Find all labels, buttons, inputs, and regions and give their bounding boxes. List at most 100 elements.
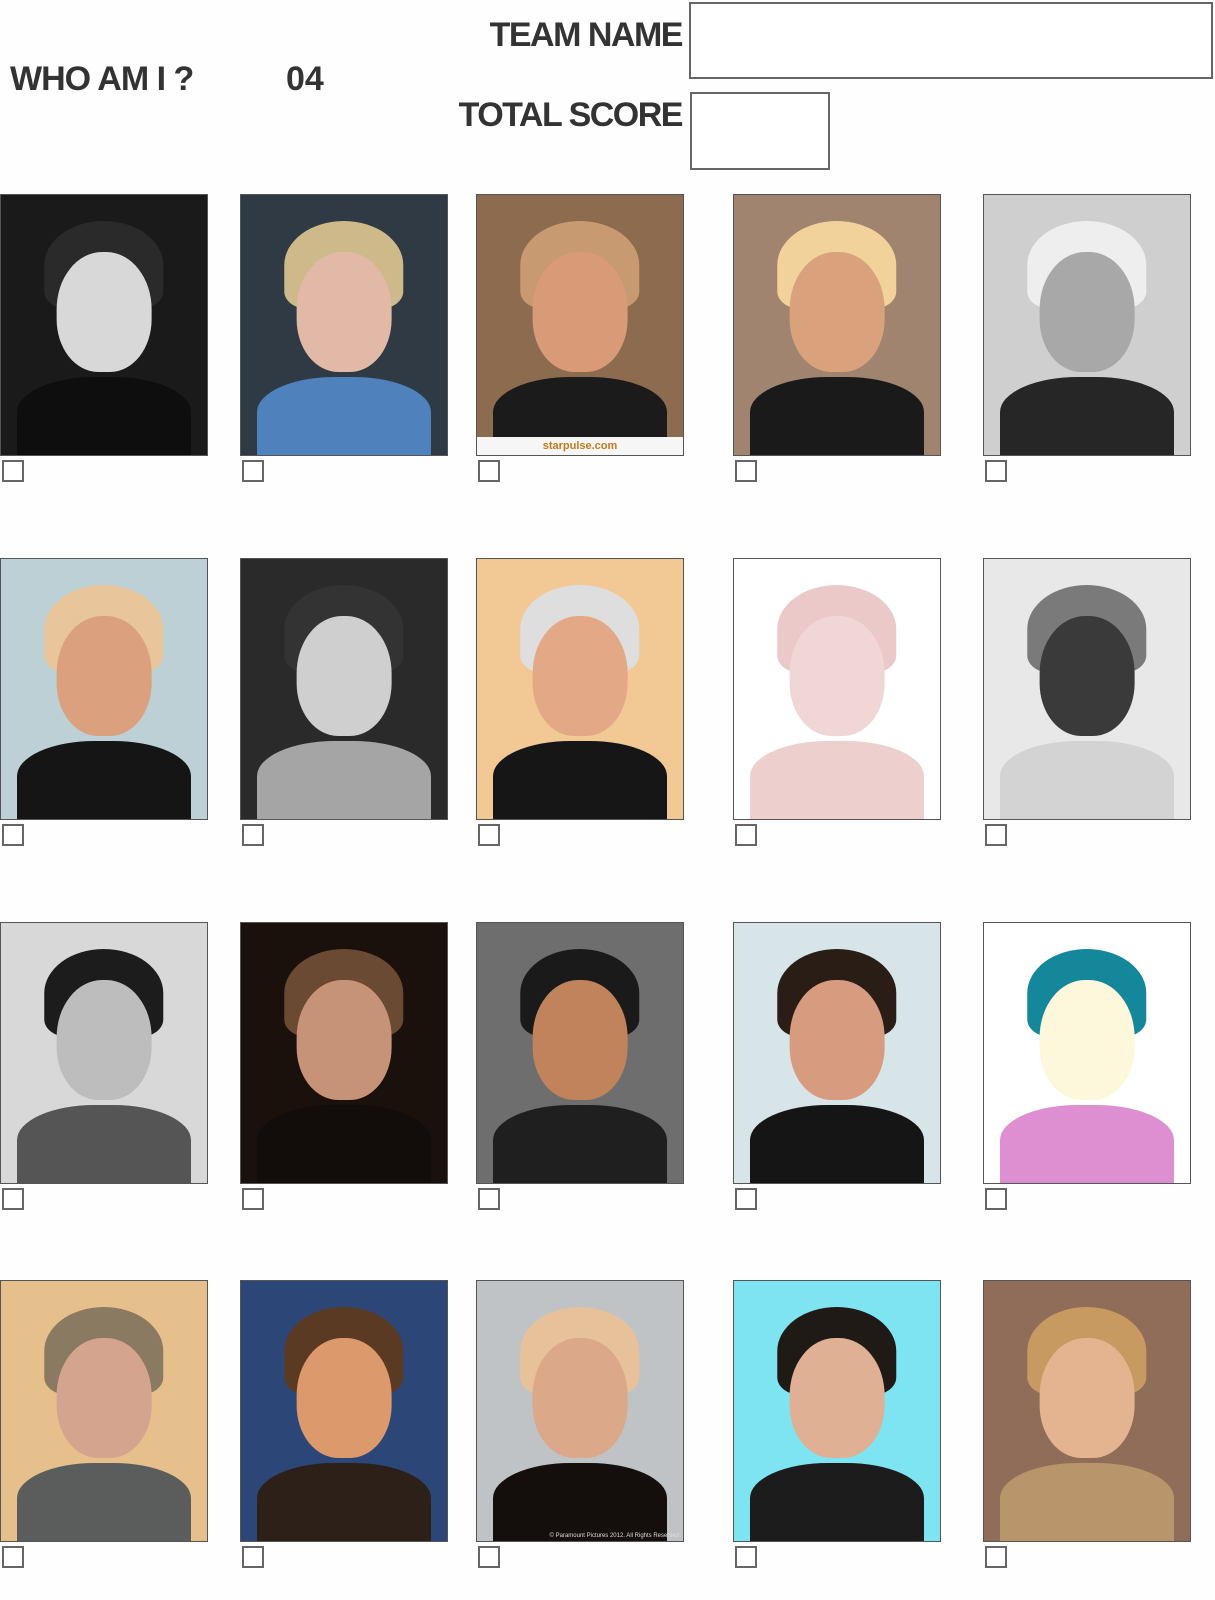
photo-face [56,616,152,736]
portrait-photo [0,558,208,820]
portrait-photo [983,922,1191,1184]
photo-body [1000,1463,1174,1541]
answer-checkbox[interactable] [985,1188,1007,1210]
answer-checkbox[interactable] [985,1546,1007,1568]
photo-face [789,980,885,1100]
quiz-item: © Paramount Pictures 2012. All Rights Re… [476,1280,684,1570]
quiz-item [983,1280,1191,1570]
answer-checkbox[interactable] [242,1188,264,1210]
photo-body [750,1463,924,1541]
portrait-photo [240,1280,448,1542]
answer-checkbox[interactable] [242,1546,264,1568]
quiz-item [476,558,684,848]
quiz-item [0,1280,208,1570]
photo-body [750,377,924,455]
portrait-photo [240,558,448,820]
team-name-field[interactable] [689,2,1213,79]
portrait-photo [0,194,208,456]
answer-checkbox[interactable] [2,1546,24,1568]
photo-face [789,252,885,372]
quiz-number: 04 [286,60,324,98]
portrait-photo [0,922,208,1184]
quiz-item [733,558,941,848]
answer-checkbox[interactable] [2,460,24,482]
photo-body [1000,1105,1174,1183]
portrait-photo: © Paramount Pictures 2012. All Rights Re… [476,1280,684,1542]
quiz-item [240,194,448,484]
photo-body [17,1463,191,1541]
answer-checkbox[interactable] [985,824,1007,846]
answer-checkbox[interactable] [2,824,24,846]
answer-checkbox[interactable] [2,1188,24,1210]
photo-copyright: © Paramount Pictures 2012. All Rights Re… [549,1533,679,1539]
photo-face [1039,980,1135,1100]
portrait-photo [0,1280,208,1542]
quiz-item: starpulse.com [476,194,684,484]
answer-checkbox[interactable] [985,460,1007,482]
photo-face [296,252,392,372]
answer-checkbox[interactable] [735,1546,757,1568]
quiz-item [0,194,208,484]
portrait-photo [733,1280,941,1542]
photo-body [257,1105,431,1183]
photo-face [296,616,392,736]
photo-face [56,980,152,1100]
portrait-photo [733,194,941,456]
photo-face [532,980,628,1100]
quiz-item [733,194,941,484]
photo-body [1000,377,1174,455]
portrait-photo [240,922,448,1184]
answer-checkbox[interactable] [478,1188,500,1210]
photo-face [532,616,628,736]
photo-body [17,741,191,819]
portrait-photo [476,922,684,1184]
answer-checkbox[interactable] [478,460,500,482]
answer-checkbox[interactable] [735,460,757,482]
quiz-item [240,922,448,1212]
photo-face [1039,252,1135,372]
quiz-item [983,558,1191,848]
photo-body [257,1463,431,1541]
portrait-photo [733,558,941,820]
photo-body [257,377,431,455]
quiz-item [240,558,448,848]
answer-checkbox[interactable] [242,824,264,846]
photo-body [17,1105,191,1183]
quiz-item [733,922,941,1212]
photo-watermark: starpulse.com [477,437,683,455]
answer-checkbox[interactable] [478,824,500,846]
portrait-photo: starpulse.com [476,194,684,456]
team-name-label: TEAM NAME [489,16,684,54]
photo-body [493,741,667,819]
portrait-photo [240,194,448,456]
photo-body [493,1105,667,1183]
answer-checkbox[interactable] [242,460,264,482]
photo-face [789,1338,885,1458]
answer-checkbox[interactable] [735,1188,757,1210]
answer-checkbox[interactable] [735,824,757,846]
answer-checkbox[interactable] [478,1546,500,1568]
quiz-item [240,1280,448,1570]
total-score-label: TOTAL SCORE [458,96,684,134]
photo-body [750,741,924,819]
portrait-photo [983,194,1191,456]
portrait-photo [983,558,1191,820]
photo-face [296,980,392,1100]
page-title: WHO AM I ? [10,60,194,98]
photo-face [532,252,628,372]
quiz-item [476,922,684,1212]
photo-body [1000,741,1174,819]
photo-body [750,1105,924,1183]
photo-body [493,1463,667,1541]
photo-body [257,741,431,819]
photo-body [17,377,191,455]
quiz-item [0,558,208,848]
total-score-field[interactable] [690,92,830,170]
photo-face [56,252,152,372]
quiz-item [733,1280,941,1570]
photo-face [56,1338,152,1458]
photo-face [1039,616,1135,736]
photo-face [296,1338,392,1458]
portrait-photo [983,1280,1191,1542]
photo-face [789,616,885,736]
